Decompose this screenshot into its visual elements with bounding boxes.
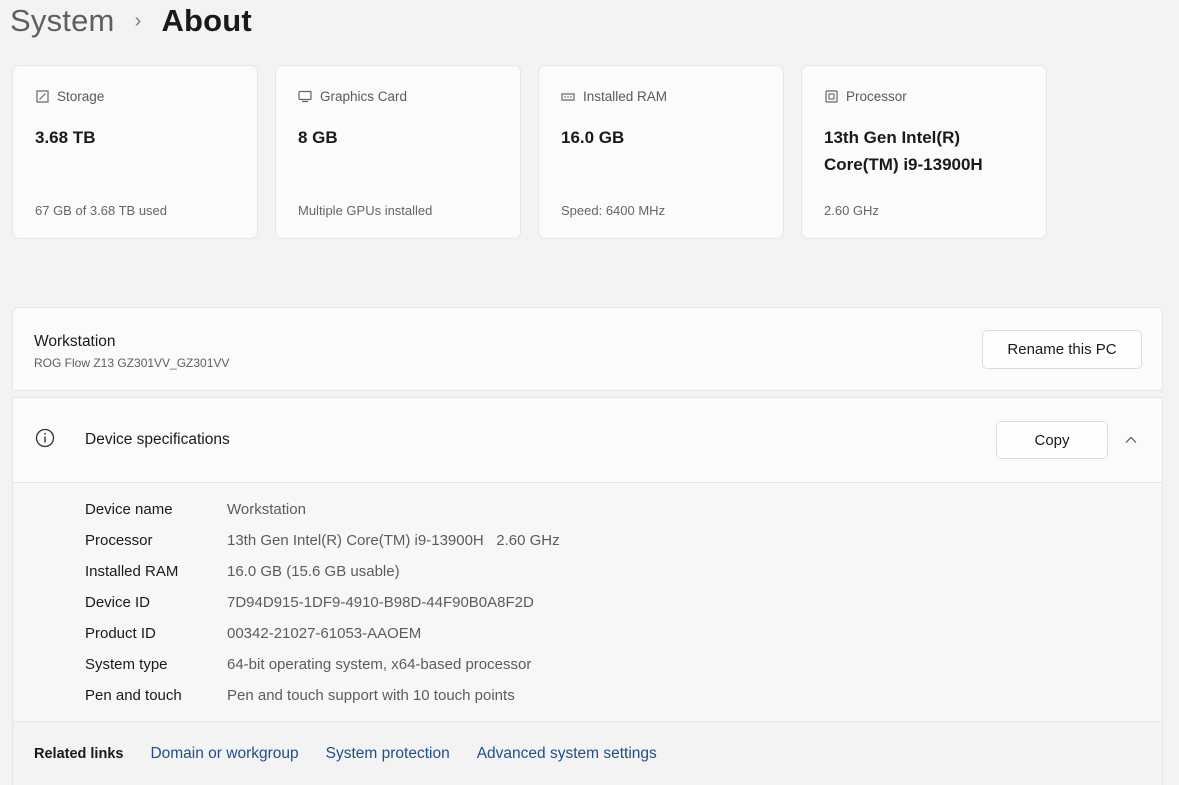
- spec-row: Device name Workstation: [85, 494, 560, 525]
- storage-icon: [35, 90, 49, 104]
- card-subtext: Speed: 6400 MHz: [561, 203, 666, 218]
- installed-ram-card[interactable]: Installed RAM 16.0 GB Speed: 6400 MHz: [538, 65, 784, 239]
- spec-value: 00342-21027-61053-AAOEM: [227, 625, 422, 642]
- spec-value: 16.0 GB (15.6 GB usable): [227, 563, 400, 580]
- spec-value: 7D94D915-1DF9-4910-B98D-44F90B0A8F2D: [227, 594, 534, 611]
- spec-label: System type: [85, 656, 168, 673]
- processor-card[interactable]: Processor 13th Gen Intel(R) Core(TM) i9-…: [801, 65, 1047, 239]
- page-title: About: [161, 3, 252, 38]
- spec-row: Device ID 7D94D915-1DF9-4910-B98D-44F90B…: [85, 587, 560, 618]
- related-links-bar: Related links Domain or workgroup System…: [13, 721, 1162, 785]
- domain-or-workgroup-link[interactable]: Domain or workgroup: [150, 745, 298, 763]
- card-value: 3.68 TB: [35, 128, 96, 147]
- card-header: Storage: [35, 89, 104, 104]
- card-label: Graphics Card: [320, 89, 408, 104]
- system-protection-link[interactable]: System protection: [326, 745, 450, 763]
- card-label: Installed RAM: [583, 89, 668, 104]
- copy-button[interactable]: Copy: [996, 421, 1108, 459]
- graphics-card-card[interactable]: Graphics Card 8 GB Multiple GPUs install…: [275, 65, 521, 239]
- device-name: Workstation: [34, 333, 116, 350]
- spec-row: Pen and touch Pen and touch support with…: [85, 680, 560, 711]
- breadcrumb: System › About: [10, 0, 252, 42]
- ram-icon: [561, 90, 575, 104]
- advanced-system-settings-link[interactable]: Advanced system settings: [477, 745, 657, 763]
- device-specifications-header[interactable]: Device specifications Copy: [13, 398, 1162, 483]
- card-value: 13th Gen Intel(R) Core(TM) i9-13900H: [824, 128, 983, 174]
- spec-row: Installed RAM 16.0 GB (15.6 GB usable): [85, 556, 560, 587]
- breadcrumb-system[interactable]: System: [10, 3, 115, 39]
- spec-value: Workstation: [227, 501, 306, 518]
- spec-label: Product ID: [85, 625, 156, 642]
- spec-label: Installed RAM: [85, 563, 179, 580]
- spec-label: Pen and touch: [85, 687, 182, 704]
- processor-icon: [824, 90, 838, 104]
- spec-rows: Device name Workstation Processor 13th G…: [85, 494, 560, 711]
- card-label: Processor: [846, 89, 907, 104]
- spec-row: System type 64-bit operating system, x64…: [85, 649, 560, 680]
- related-links-label: Related links: [34, 746, 124, 762]
- card-subtext: 2.60 GHz: [824, 203, 879, 218]
- specs-title: Device specifications: [85, 431, 230, 448]
- graphics-card-icon: [298, 90, 312, 104]
- spec-row: Processor 13th Gen Intel(R) Core(TM) i9-…: [85, 525, 560, 556]
- spec-label: Processor: [85, 532, 153, 549]
- card-label: Storage: [57, 89, 105, 104]
- spec-row: Product ID 00342-21027-61053-AAOEM: [85, 618, 560, 649]
- spec-label: Device ID: [85, 594, 151, 611]
- spec-cards: Storage 3.68 TB 67 GB of 3.68 TB used Gr…: [12, 65, 1047, 239]
- card-header: Processor: [824, 89, 907, 104]
- breadcrumb-separator-icon: ›: [134, 9, 142, 32]
- chevron-up-icon[interactable]: [1123, 432, 1139, 448]
- info-icon: [35, 428, 55, 448]
- card-value: 16.0 GB: [561, 128, 625, 147]
- device-model: ROG Flow Z13 GZ301VV_GZ301VV: [34, 356, 230, 370]
- storage-card[interactable]: Storage 3.68 TB 67 GB of 3.68 TB used: [12, 65, 258, 239]
- spec-value: 64-bit operating system, x64-based proce…: [227, 656, 532, 673]
- spec-value: 13th Gen Intel(R) Core(TM) i9-13900H 2.6…: [227, 532, 560, 549]
- device-name-panel: Workstation ROG Flow Z13 GZ301VV_GZ301VV…: [12, 307, 1163, 391]
- device-specifications-panel: Device specifications Copy Device name W…: [12, 397, 1163, 785]
- card-value: 8 GB: [298, 128, 338, 147]
- spec-label: Device name: [85, 501, 173, 518]
- card-subtext: 67 GB of 3.68 TB used: [35, 203, 168, 218]
- card-header: Installed RAM: [561, 89, 667, 104]
- card-subtext: Multiple GPUs installed: [298, 203, 433, 218]
- spec-value: Pen and touch support with 10 touch poin…: [227, 687, 515, 704]
- card-header: Graphics Card: [298, 89, 407, 104]
- rename-pc-button[interactable]: Rename this PC: [982, 330, 1142, 369]
